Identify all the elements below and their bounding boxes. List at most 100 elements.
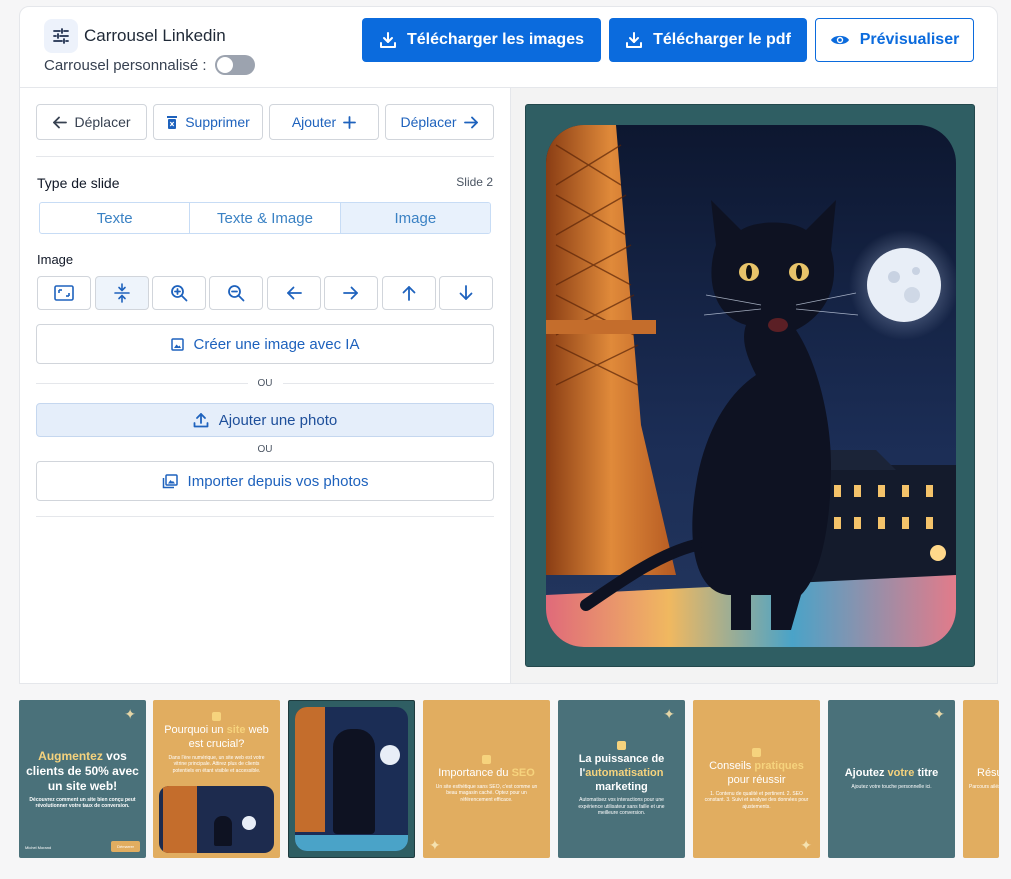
zoom-out-icon (228, 285, 245, 302)
divider (36, 516, 494, 517)
thumbnail-title: Ajoutez votre titre (844, 767, 939, 780)
import-photos-label: Importer depuis vos photos (187, 472, 369, 490)
trash-icon (167, 115, 178, 129)
move-right-label: Déplacer (400, 114, 457, 130)
custom-carousel-row: Carrousel personnalisé : (44, 55, 255, 75)
thumbnail-subtitle: Automatisez vos interactions pour une ex… (578, 797, 665, 817)
zoom-in-icon (171, 285, 188, 302)
slide-thumbnail-7[interactable]: ✦ Ajoutez votre titre Ajoutez votre touc… (828, 700, 955, 858)
thumbnail-subtitle: Ajoutez votre touche personnelle ici. (851, 784, 932, 791)
preview-button[interactable]: Prévisualiser (815, 18, 974, 62)
sparkle-icon: ✦ (933, 706, 945, 722)
tab-image[interactable]: Image (340, 203, 490, 233)
slide-thumbnail-8[interactable]: Résu Parcours ailés pour... (963, 700, 999, 858)
slide-thumbnail-1[interactable]: ✦ Augmentez vos clients de 50% avec un s… (19, 700, 146, 858)
cat-eiffel-image (546, 125, 956, 647)
center-button[interactable] (95, 276, 149, 310)
gallery-icon (162, 473, 178, 488)
move-left-button[interactable]: Déplacer (36, 104, 147, 140)
download-images-label: Télécharger les images (407, 31, 584, 48)
eye-icon (830, 35, 849, 45)
slide-thumbnail-4[interactable]: Importance du SEO Un site esthétique san… (423, 700, 550, 858)
arrow-up-icon (402, 286, 416, 301)
pan-down-button[interactable] (439, 276, 493, 310)
pan-up-button[interactable] (382, 276, 436, 310)
add-button[interactable]: Ajouter (269, 104, 379, 140)
thumbnail-image (295, 707, 408, 851)
thumbnail-subtitle: Dans l'ère numérique, un site web est vo… (168, 754, 265, 774)
thumbnail-title: Importance du SEO (438, 766, 535, 779)
badge-icon (617, 741, 626, 751)
download-icon (380, 32, 396, 48)
add-photo-label: Ajouter une photo (218, 411, 338, 429)
zoom-in-button[interactable] (152, 276, 206, 310)
thumbnail-subtitle: Découvrez comment un site bien conçu peu… (29, 796, 136, 810)
thumbnail-title: Conseils pratiques pour réussir (709, 760, 804, 786)
badge-icon (482, 754, 491, 764)
pan-left-button[interactable] (267, 276, 321, 310)
arrow-right-icon (343, 286, 358, 300)
upload-icon (193, 413, 209, 428)
fit-button[interactable] (37, 276, 91, 310)
arrow-left-icon (287, 286, 302, 300)
move-left-label: Déplacer (74, 114, 131, 130)
preview-label: Prévisualiser (859, 31, 960, 48)
badge-icon (752, 748, 761, 757)
add-photo-button[interactable]: Ajouter une photo (36, 403, 494, 437)
move-right-button[interactable]: Déplacer (385, 104, 494, 140)
arrow-down-icon (459, 285, 473, 300)
slide-thumbnail-2[interactable]: Pourquoi un site web est crucial? Dans l… (153, 700, 280, 858)
fit-icon (54, 285, 74, 301)
arrow-left-icon (53, 116, 68, 128)
thumbnail-title: Augmentez vos clients de 50% avec un sit… (26, 748, 139, 793)
download-icon (626, 32, 643, 48)
add-label: Ajouter (291, 114, 337, 130)
slide-type-selector: Texte Texte & Image Image (39, 202, 491, 234)
import-photos-button[interactable]: Importer depuis vos photos (36, 461, 494, 501)
tab-text-image[interactable]: Texte & Image (190, 203, 341, 233)
page-title: Carrousel Linkedin (84, 26, 226, 45)
thumbnail-subtitle: Parcours ailés pour... (969, 784, 999, 791)
slide-preview (525, 104, 975, 667)
image-section-label: Image (37, 252, 74, 267)
download-pdf-button[interactable]: Télécharger le pdf (609, 18, 807, 62)
delete-button[interactable]: Supprimer (153, 104, 263, 140)
thumbnail-title: Pourquoi un site web est crucial? (164, 724, 269, 750)
divider (36, 156, 494, 157)
download-images-button[interactable]: Télécharger les images (362, 18, 601, 62)
sparkle-icon: ✦ (663, 706, 675, 722)
slide-image[interactable] (546, 125, 956, 647)
download-pdf-label: Télécharger le pdf (653, 31, 791, 48)
slide-thumbnail-5[interactable]: ✦ La puissance de l'automatisation marke… (558, 700, 685, 858)
or-label: OU (257, 443, 273, 455)
sliders-icon (44, 19, 78, 53)
tab-text[interactable]: Texte (40, 203, 191, 233)
slide-type-label: Type de slide (37, 175, 120, 191)
slides-strip: ✦ Augmentez vos clients de 50% avec un s… (0, 700, 1011, 860)
sparkle-icon: ✦ (124, 706, 136, 722)
plus-icon (343, 115, 357, 129)
header: Carrousel Linkedin Carrousel personnalis… (19, 6, 998, 88)
create-ai-image-button[interactable]: Créer une image avec IA (36, 324, 494, 364)
pan-right-button[interactable] (324, 276, 378, 310)
sparkle-icon: ✦ (429, 837, 441, 853)
thumbnail-image (159, 786, 274, 853)
image-icon (170, 337, 184, 351)
thumbnail-subtitle: Un site esthétique sans SEO, c'est comme… (435, 783, 538, 803)
carousel-editor: Carrousel Linkedin Carrousel personnalis… (0, 0, 1011, 879)
center-icon (114, 283, 130, 303)
thumbnail-title: La puissance de l'automatisation marketi… (578, 753, 665, 793)
zoom-out-button[interactable] (209, 276, 263, 310)
thumbnail-subtitle: 1. Contenu de qualité et pertinent. 2. S… (704, 790, 809, 810)
editor-panel: Déplacer Supprimer Ajouter Déplacer Type… (19, 88, 511, 684)
custom-carousel-toggle[interactable] (214, 55, 255, 75)
slide-thumbnail-3[interactable] (288, 700, 415, 858)
thumbnail-cta: Démarrer (111, 841, 140, 852)
or-separator: OU (36, 376, 494, 390)
slide-number: Slide 2 (456, 175, 493, 189)
or-separator: OU (36, 442, 494, 456)
thumbnail-author: Michel Morand (25, 845, 52, 850)
slide-thumbnail-6[interactable]: Conseils pratiques pour réussir 1. Conte… (693, 700, 820, 858)
sparkle-icon: ✦ (800, 837, 812, 853)
delete-label: Supprimer (185, 114, 250, 130)
